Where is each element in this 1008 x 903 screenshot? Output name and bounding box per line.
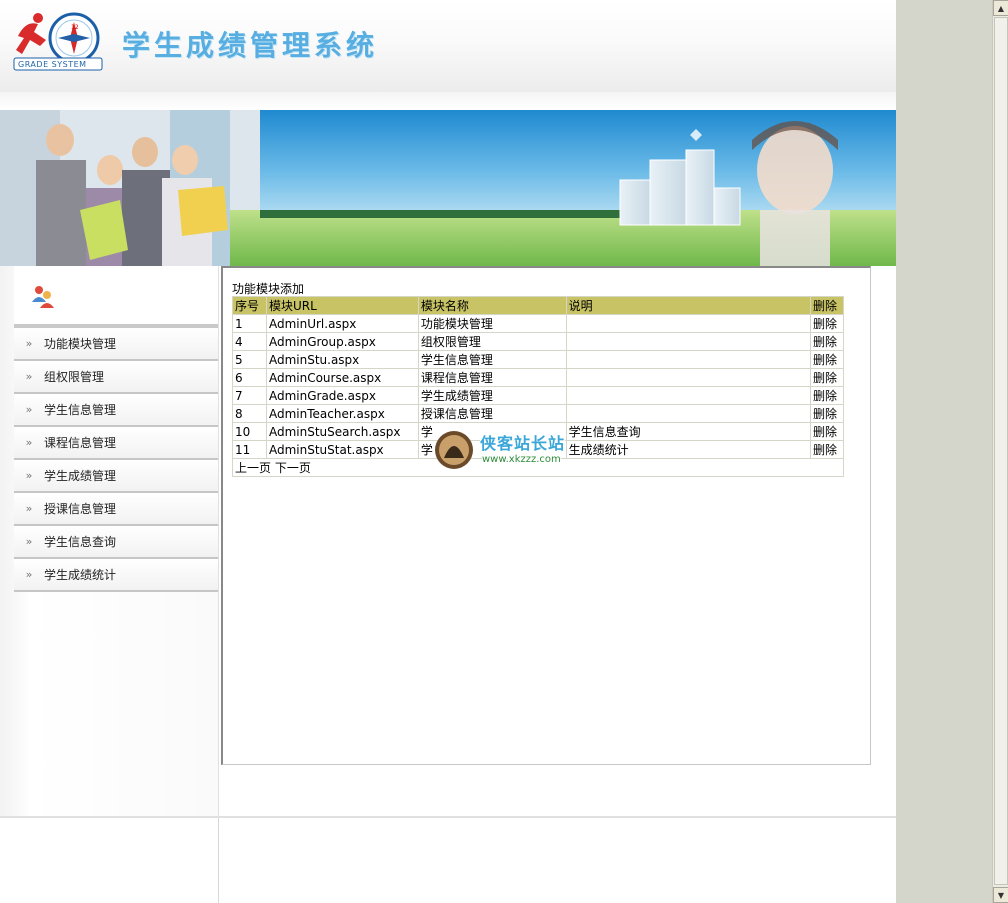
banner-image [0, 110, 896, 266]
cell-url: AdminCourse.aspx [265, 368, 419, 387]
warrior-badge-icon [435, 431, 473, 469]
chevron-right-icon: » [25, 469, 33, 482]
sidebar-item-label: 组权限管理 [44, 370, 105, 384]
delete-link[interactable]: 删除 [809, 440, 845, 459]
table-header-row: 序号 模块URL 模块名称 说明 删除 [232, 296, 845, 315]
delete-link[interactable]: 删除 [809, 368, 845, 387]
sidebar-item-label: 学生成绩统计 [44, 568, 117, 582]
delete-link[interactable]: 删除 [809, 404, 845, 423]
table-row: 8 AdminTeacher.aspx 授课信息管理 删除 [232, 404, 845, 423]
logo-caption: GRADE SYSTEM [18, 60, 87, 69]
sidebar-item-teaching-info[interactable]: » 授课信息管理 [14, 493, 218, 526]
cell-desc: 生成绩统计 [565, 440, 811, 459]
cell-desc: 学生信息查询 [565, 422, 811, 441]
cell-name: 学生成绩管理 [417, 386, 567, 405]
chevron-right-icon: » [25, 370, 33, 383]
scroll-down-arrow-icon[interactable]: ▼ [993, 887, 1008, 903]
watermark-url: www.xkzzz.com [482, 454, 561, 465]
table-row: 5 AdminStu.aspx 学生信息管理 删除 [232, 350, 845, 369]
cell-id: 10 [232, 422, 267, 441]
svg-text:12: 12 [71, 24, 79, 31]
delete-link[interactable]: 删除 [809, 314, 845, 333]
chevron-right-icon: » [25, 535, 33, 548]
table-row: 4 AdminGroup.aspx 组权限管理 删除 [232, 332, 845, 351]
sidebar-item-label: 课程信息管理 [44, 436, 117, 450]
cell-url: AdminTeacher.aspx [265, 404, 419, 423]
gray-margin [896, 0, 992, 903]
column-header: 序号 [232, 296, 267, 315]
header: 12 GRADE SYSTEM 学生成绩管理系统 [0, 0, 896, 92]
system-title: 学生成绩管理系统 [122, 29, 379, 62]
vertical-scrollbar[interactable]: ▲ ▼ [992, 0, 1008, 903]
sidebar-item-module-management[interactable]: » 功能模块管理 [14, 328, 218, 361]
cell-id: 7 [232, 386, 267, 405]
column-header: 说明 [565, 296, 811, 315]
table-row: 6 AdminCourse.aspx 课程信息管理 删除 [232, 368, 845, 387]
chevron-right-icon: » [25, 502, 33, 515]
sidebar-item-course-info[interactable]: » 课程信息管理 [14, 427, 218, 460]
sidebar-item-grade-statistics[interactable]: » 学生成绩统计 [14, 559, 218, 592]
footer-left-panel [0, 818, 219, 903]
column-header: 模块URL [265, 296, 419, 315]
cell-desc [565, 332, 811, 351]
column-header: 删除 [809, 296, 845, 315]
cell-desc [565, 350, 811, 369]
users-icon [32, 286, 54, 308]
chevron-right-icon: » [25, 403, 33, 416]
cell-url: AdminGroup.aspx [265, 332, 419, 351]
delete-link[interactable]: 删除 [809, 386, 845, 405]
cell-id: 5 [232, 350, 267, 369]
chevron-right-icon: » [25, 568, 33, 581]
cell-name: 课程信息管理 [417, 368, 567, 387]
chevron-right-icon: » [25, 436, 33, 449]
sidebar-item-label: 学生信息查询 [44, 535, 117, 549]
cell-name: 功能模块管理 [417, 314, 567, 333]
scrollbar-thumb[interactable] [994, 17, 1008, 885]
sidebar-item-grade-management[interactable]: » 学生成绩管理 [14, 460, 218, 493]
cell-desc [565, 314, 811, 333]
column-header: 模块名称 [417, 296, 567, 315]
cell-name: 授课信息管理 [417, 404, 567, 423]
cell-id: 4 [232, 332, 267, 351]
header-divider [0, 92, 896, 110]
cell-url: AdminStuStat.aspx [265, 440, 419, 459]
next-page-link[interactable]: 下一页 [275, 461, 311, 475]
cell-id: 1 [232, 314, 267, 333]
sidebar-item-label: 授课信息管理 [44, 502, 117, 516]
cell-desc [565, 368, 811, 387]
sidebar-item-label: 学生信息管理 [44, 403, 117, 417]
cell-name: 学生信息管理 [417, 350, 567, 369]
scroll-up-arrow-icon[interactable]: ▲ [993, 0, 1008, 16]
cell-url: AdminGrade.aspx [265, 386, 419, 405]
sidebar-item-group-permissions[interactable]: » 组权限管理 [14, 361, 218, 394]
cell-id: 11 [232, 440, 267, 459]
cell-id: 8 [232, 404, 267, 423]
delete-link[interactable]: 删除 [809, 350, 845, 369]
banner-illustration [0, 110, 896, 266]
cell-url: AdminStu.aspx [265, 350, 419, 369]
watermark-title: 侠客站长站 [480, 430, 566, 454]
delete-link[interactable]: 删除 [809, 332, 845, 351]
sidebar-item-label: 功能模块管理 [44, 337, 117, 351]
chevron-right-icon: » [25, 337, 33, 350]
delete-link[interactable]: 删除 [809, 422, 845, 441]
sidebar-item-label: 学生成绩管理 [44, 469, 117, 483]
prev-page-link[interactable]: 上一页 [235, 461, 271, 475]
table-row: 7 AdminGrade.aspx 学生成绩管理 删除 [232, 386, 845, 405]
table-row: 1 AdminUrl.aspx 功能模块管理 删除 [232, 314, 845, 333]
cell-url: AdminStuSearch.aspx [265, 422, 419, 441]
cell-desc [565, 404, 811, 423]
cell-name: 组权限管理 [417, 332, 567, 351]
cell-url: AdminUrl.aspx [265, 314, 419, 333]
watermark: 侠客站长站 www.xkzzz.com [434, 428, 594, 472]
cell-desc [565, 386, 811, 405]
add-module-link[interactable]: 功能模块添加 [232, 280, 304, 297]
sidebar-item-student-query[interactable]: » 学生信息查询 [14, 526, 218, 559]
sidebar-item-student-info[interactable]: » 学生信息管理 [14, 394, 218, 427]
cell-id: 6 [232, 368, 267, 387]
